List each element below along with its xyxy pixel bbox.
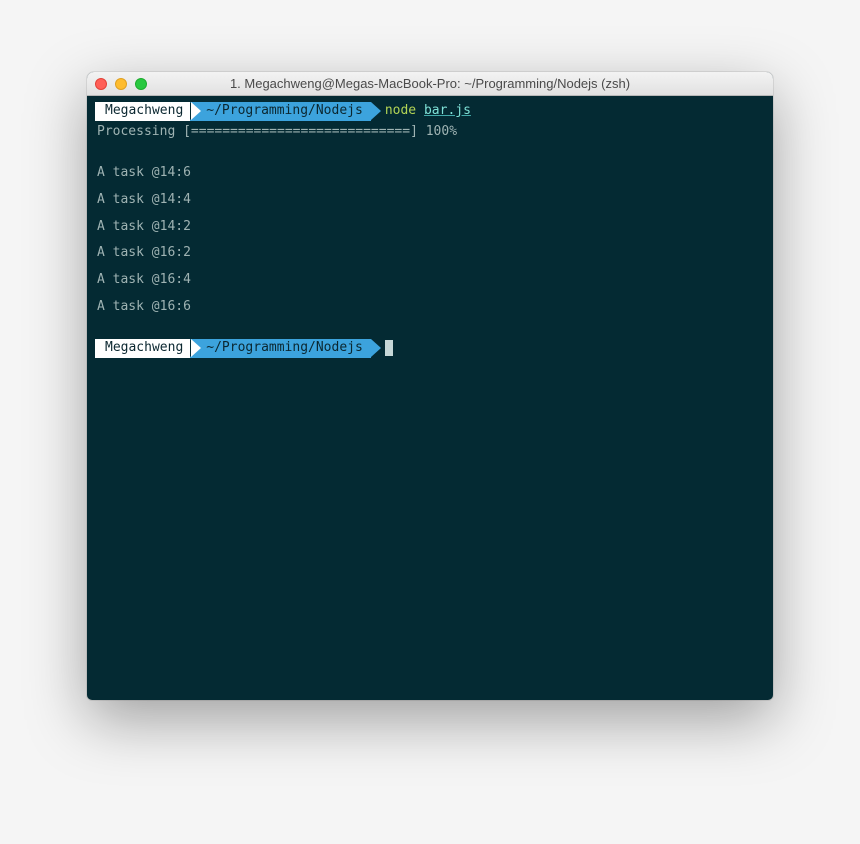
prompt-user: Megachweng (105, 102, 183, 121)
command-arg: bar.js (424, 103, 471, 118)
titlebar[interactable]: 1. Megachweng@Megas-MacBook-Pro: ~/Progr… (87, 72, 773, 96)
terminal-window: 1. Megachweng@Megas-MacBook-Pro: ~/Progr… (87, 72, 773, 700)
zoom-icon[interactable] (135, 78, 147, 90)
prompt-path-segment: ~/Programming/Nodejs (190, 102, 371, 121)
minimize-icon[interactable] (115, 78, 127, 90)
command: node bar.js (385, 102, 471, 121)
prompt-path: ~/Programming/Nodejs (206, 102, 363, 121)
prompt-line: Megachweng ~/Programming/Nodejs (95, 339, 765, 358)
cursor-icon (385, 340, 393, 356)
task-line: A task @14:2 (95, 218, 765, 237)
close-icon[interactable] (95, 78, 107, 90)
command-bin: node (385, 103, 416, 118)
prompt-path-segment: ~/Programming/Nodejs (190, 339, 371, 358)
prompt-line: Megachweng ~/Programming/Nodejs node bar… (95, 102, 765, 121)
terminal-body[interactable]: Megachweng ~/Programming/Nodejs node bar… (87, 96, 773, 700)
prompt-user-segment: Megachweng (95, 339, 191, 358)
prompt-user: Megachweng (105, 339, 183, 358)
traffic-lights (95, 78, 147, 90)
task-line: A task @16:2 (95, 244, 765, 263)
task-line: A task @14:6 (95, 164, 765, 183)
prompt-user-segment: Megachweng (95, 102, 191, 121)
task-line: A task @16:6 (95, 298, 765, 317)
task-line: A task @16:4 (95, 271, 765, 290)
progress-line: Processing [============================… (95, 123, 765, 142)
task-line: A task @14:4 (95, 191, 765, 210)
window-title: 1. Megachweng@Megas-MacBook-Pro: ~/Progr… (87, 76, 773, 91)
prompt-path: ~/Programming/Nodejs (206, 339, 363, 358)
